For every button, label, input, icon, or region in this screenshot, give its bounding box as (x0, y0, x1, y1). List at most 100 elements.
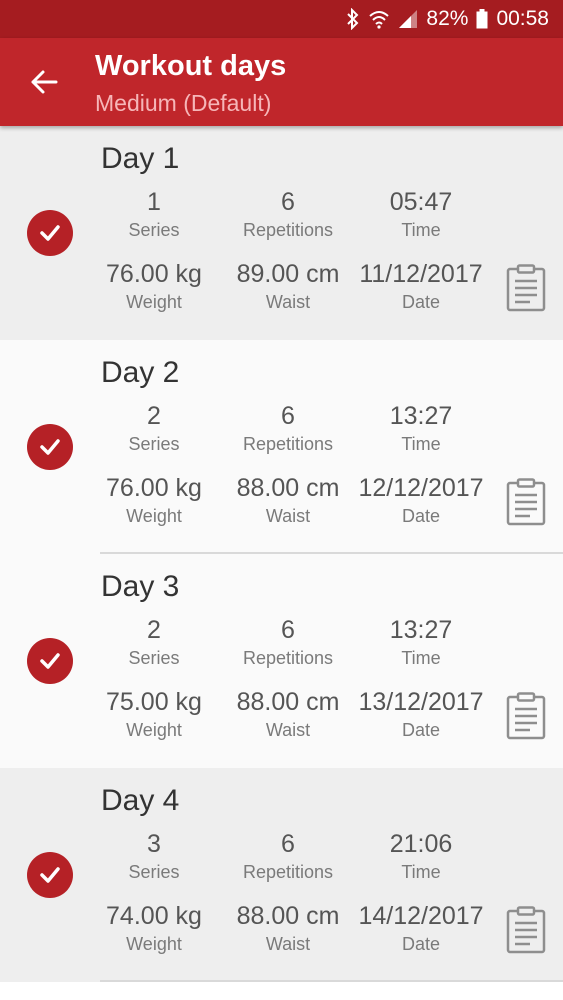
waist-label: Waist (265, 292, 311, 312)
weight-value: 75.00 kg (106, 688, 202, 716)
page-title: Workout days (95, 50, 287, 82)
date-value: 14/12/2017 (358, 902, 484, 930)
time-value: 05:47 (389, 188, 453, 216)
back-arrow-icon[interactable] (28, 66, 60, 98)
weight-label: Weight (126, 934, 182, 954)
clipboard-icon[interactable] (506, 692, 546, 740)
repetitions-label: Repetitions (242, 220, 334, 240)
series-label: Series (128, 220, 180, 240)
waist-value: 88.00 cm (236, 902, 340, 930)
date-label: Date (401, 506, 441, 526)
time-stat: 13:27 Time (351, 616, 491, 669)
checkmark-icon (27, 424, 73, 470)
weight-label: Weight (126, 292, 182, 312)
day-title: Day 1 (101, 142, 180, 175)
divider (100, 980, 563, 982)
weight-label: Weight (126, 720, 182, 740)
repetitions-label: Repetitions (242, 862, 334, 882)
repetitions-value: 6 (281, 616, 295, 644)
signal-icon (398, 9, 418, 29)
weight-value: 76.00 kg (106, 474, 202, 502)
repetitions-label: Repetitions (242, 648, 334, 668)
weight-stat: 76.00 kg Weight (84, 474, 224, 527)
waist-stat: 89.00 cm Waist (218, 260, 358, 313)
series-value: 2 (147, 616, 161, 644)
list-item-day-3[interactable]: Day 3 2 Series 6 Repetitions 13:27 Time 75.… (0, 554, 563, 768)
waist-value: 88.00 cm (236, 474, 340, 502)
weight-label: Weight (126, 506, 182, 526)
date-value: 11/12/2017 (359, 260, 483, 288)
waist-value: 89.00 cm (236, 260, 340, 288)
clock: 00:58 (496, 7, 549, 30)
clipboard-icon[interactable] (506, 906, 546, 954)
repetitions-value: 6 (281, 830, 295, 858)
list-item-day-2[interactable]: Day 2 2 Series 6 Repetitions 13:27 Time 76.… (0, 340, 563, 554)
time-value: 21:06 (389, 830, 453, 858)
waist-stat: 88.00 cm Waist (218, 474, 358, 527)
day-title: Day 4 (101, 784, 180, 817)
repetitions-value: 6 (281, 402, 295, 430)
time-stat: 05:47 Time (351, 188, 491, 241)
date-stat: 12/12/2017 Date (351, 474, 491, 527)
series-label: Series (128, 862, 180, 882)
weight-stat: 74.00 kg Weight (84, 902, 224, 955)
repetitions-stat: 6 Repetitions (218, 830, 358, 883)
date-value: 13/12/2017 (358, 688, 484, 716)
series-label: Series (128, 648, 180, 668)
repetitions-value: 6 (281, 188, 295, 216)
clipboard-icon[interactable] (506, 478, 546, 526)
waist-value: 88.00 cm (236, 688, 340, 716)
time-label: Time (401, 220, 441, 240)
repetitions-stat: 6 Repetitions (218, 188, 358, 241)
time-stat: 13:27 Time (351, 402, 491, 455)
time-value: 13:27 (389, 402, 453, 430)
series-value: 2 (147, 402, 161, 430)
time-stat: 21:06 Time (351, 830, 491, 883)
weight-stat: 75.00 kg Weight (84, 688, 224, 741)
date-stat: 13/12/2017 Date (351, 688, 491, 741)
waist-label: Waist (265, 934, 311, 954)
waist-label: Waist (265, 720, 311, 740)
list-item-day-4[interactable]: Day 4 3 Series 6 Repetitions 21:06 Time 74.… (0, 768, 563, 982)
clipboard-icon[interactable] (506, 264, 546, 312)
series-stat: 3 Series (84, 830, 224, 883)
repetitions-stat: 6 Repetitions (218, 616, 358, 669)
time-label: Time (401, 862, 441, 882)
battery-icon (476, 9, 488, 29)
time-label: Time (401, 434, 441, 454)
date-label: Date (401, 292, 441, 312)
repetitions-stat: 6 Repetitions (218, 402, 358, 455)
date-stat: 14/12/2017 Date (351, 902, 491, 955)
date-value: 12/12/2017 (358, 474, 484, 502)
series-value: 1 (147, 188, 161, 216)
page-subtitle: Medium (Default) (95, 90, 272, 116)
wifi-icon (368, 9, 390, 29)
day-title: Day 2 (101, 356, 180, 389)
checkmark-icon (27, 210, 73, 256)
date-label: Date (401, 934, 441, 954)
weight-stat: 76.00 kg Weight (84, 260, 224, 313)
series-label: Series (128, 434, 180, 454)
series-stat: 2 Series (84, 616, 224, 669)
date-stat: 11/12/2017 Date (351, 260, 491, 313)
battery-percent: 82% (426, 7, 469, 30)
weight-value: 74.00 kg (106, 902, 202, 930)
time-value: 13:27 (389, 616, 453, 644)
date-label: Date (401, 720, 441, 740)
series-stat: 2 Series (84, 402, 224, 455)
app-bar: Workout days Medium (Default) (0, 38, 563, 126)
checkmark-icon (27, 638, 73, 684)
weight-value: 76.00 kg (106, 260, 202, 288)
checkmark-icon (27, 852, 73, 898)
day-title: Day 3 (101, 570, 180, 603)
waist-label: Waist (265, 506, 311, 526)
repetitions-label: Repetitions (242, 434, 334, 454)
bluetooth-icon (346, 8, 360, 30)
workout-day-list: Day 1 1 Series 6 Repetitions 05:47 Time 76.… (0, 126, 563, 982)
series-value: 3 (147, 830, 161, 858)
waist-stat: 88.00 cm Waist (218, 902, 358, 955)
waist-stat: 88.00 cm Waist (218, 688, 358, 741)
status-bar: 82% 00:58 (0, 0, 563, 38)
list-item-day-1[interactable]: Day 1 1 Series 6 Repetitions 05:47 Time 76.… (0, 126, 563, 340)
time-label: Time (401, 648, 441, 668)
